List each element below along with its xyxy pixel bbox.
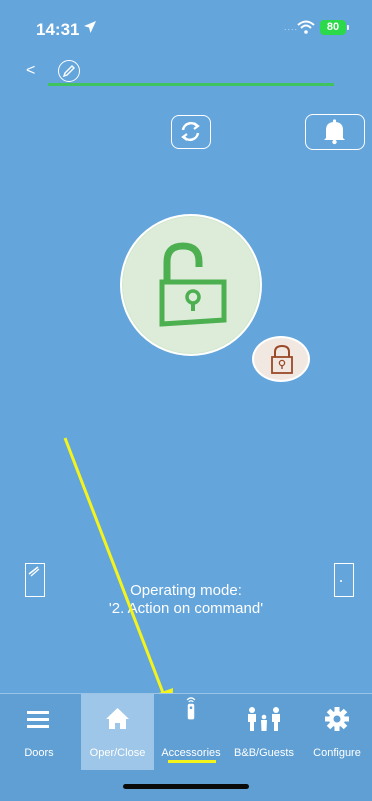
notifications-button[interactable]: [305, 114, 365, 150]
sync-icon: [181, 121, 200, 142]
battery-indicator: 80: [320, 20, 349, 35]
closed-padlock-icon: [271, 344, 293, 374]
operating-mode-title: Operating mode:: [130, 582, 242, 599]
tab-accessories[interactable]: Accessories: [156, 694, 226, 770]
sync-button[interactable]: [171, 115, 211, 149]
tab-bnb-guests-label: B&B/Guests: [234, 747, 294, 759]
back-button[interactable]: <: [26, 62, 35, 80]
family-icon: [248, 707, 280, 731]
pencil-icon: [62, 65, 75, 78]
accessories-highlight: [168, 760, 216, 763]
tab-doors-label: Doors: [24, 747, 54, 759]
remote-icon: [186, 697, 196, 720]
bell-icon: [324, 119, 345, 145]
door-open-icon: [25, 563, 45, 597]
tab-accessories-label: Accessories: [161, 747, 221, 759]
home-icon: [106, 708, 129, 729]
tab-oper-close[interactable]: Oper/Close: [81, 694, 154, 770]
wifi-icon: [297, 20, 315, 39]
gear-icon: [325, 707, 349, 731]
device-name-field[interactable]: [48, 83, 334, 86]
location-arrow-icon: [83, 20, 97, 39]
home-indicator: [123, 784, 249, 789]
lock-button[interactable]: [252, 336, 310, 382]
header: <: [0, 56, 372, 92]
operating-mode-value: '2. Action on command': [108, 600, 264, 617]
open-padlock-icon: [159, 242, 227, 327]
tab-oper-close-label: Oper/Close: [89, 747, 146, 759]
tab-doors[interactable]: Doors: [5, 694, 73, 770]
status-time: 14:31: [36, 20, 80, 39]
edit-name-button[interactable]: [58, 60, 80, 82]
tab-bnb-guests[interactable]: B&B/Guests: [226, 694, 302, 770]
door-closed-icon: [334, 563, 354, 597]
status-bar: 14:31 .... 80: [0, 0, 372, 50]
tab-configure-label: Configure: [313, 747, 361, 759]
operating-mode: Operating mode: '2. Action on command': [60, 582, 312, 618]
cellular-signal-icon: ....: [284, 22, 299, 32]
tab-configure[interactable]: Configure: [304, 694, 370, 770]
menu-icon: [27, 711, 49, 728]
unlock-button[interactable]: [120, 214, 262, 356]
